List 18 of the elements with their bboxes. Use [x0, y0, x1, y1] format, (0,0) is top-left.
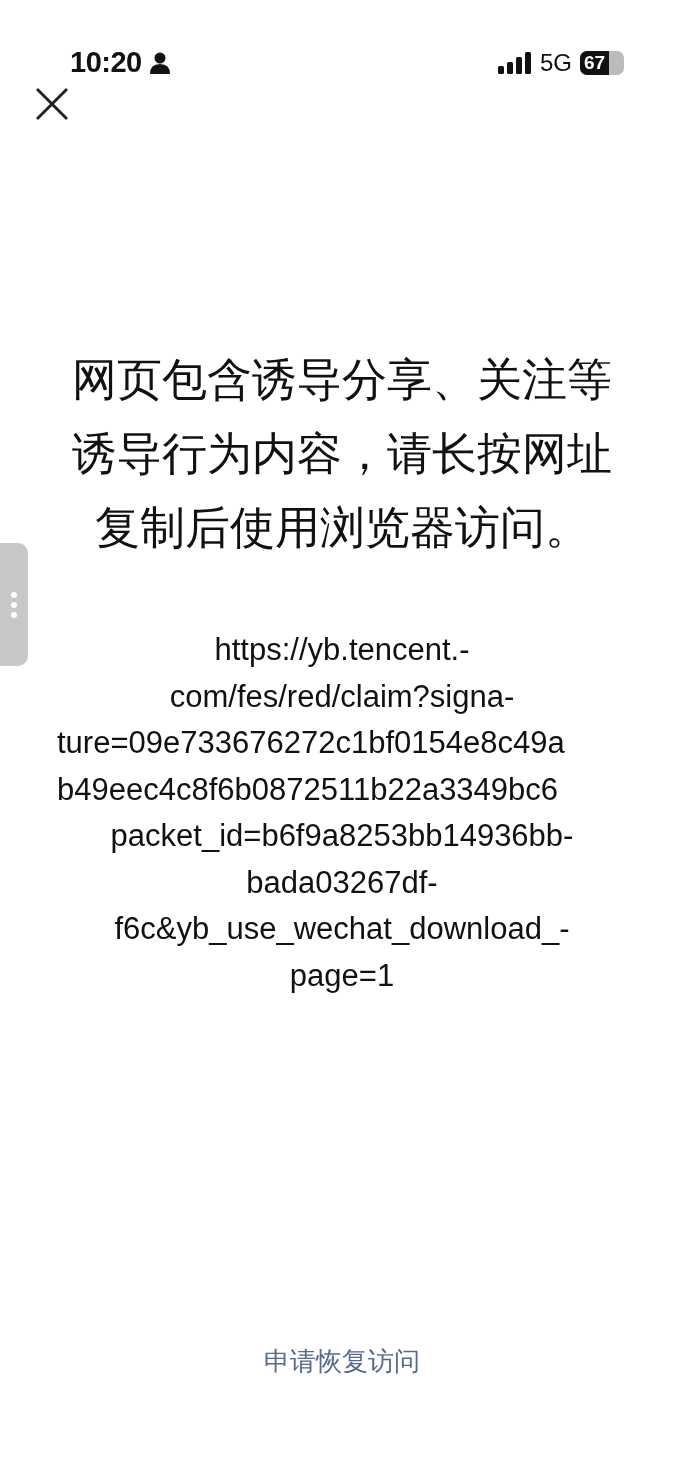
- person-icon: [149, 52, 170, 74]
- url-line: page=1: [289, 956, 395, 995]
- url-line: ture=09e733676272c1bf0154e8c49a: [57, 724, 565, 762]
- appeal-link[interactable]: 申请恢复访问: [264, 1346, 420, 1376]
- signal-icon: [498, 52, 532, 74]
- url-line: bada03267df-: [246, 863, 438, 902]
- status-time: 10:20: [70, 45, 142, 81]
- warning-message: 网页包含诱导分享、关注等诱导行为内容，请长按网址复制后使用浏览器访问。: [71, 353, 613, 555]
- close-icon[interactable]: [35, 87, 69, 121]
- url-line: com/fes/red/claim?signa-: [169, 677, 515, 716]
- url-line: f6c&yb_use_wechat_download_-: [114, 910, 570, 948]
- side-handle[interactable]: [0, 543, 28, 666]
- network-label: 5G: [540, 48, 572, 78]
- url-line: https://yb.tencent.-: [214, 631, 470, 669]
- url-line: b49eec4c8f6b0872511b22a3349bc6: [57, 770, 559, 809]
- url-line: packet_id=b6f9a8253bb14936bb-: [110, 817, 574, 855]
- battery-icon: 67: [580, 51, 624, 75]
- dots-icon: [11, 592, 17, 618]
